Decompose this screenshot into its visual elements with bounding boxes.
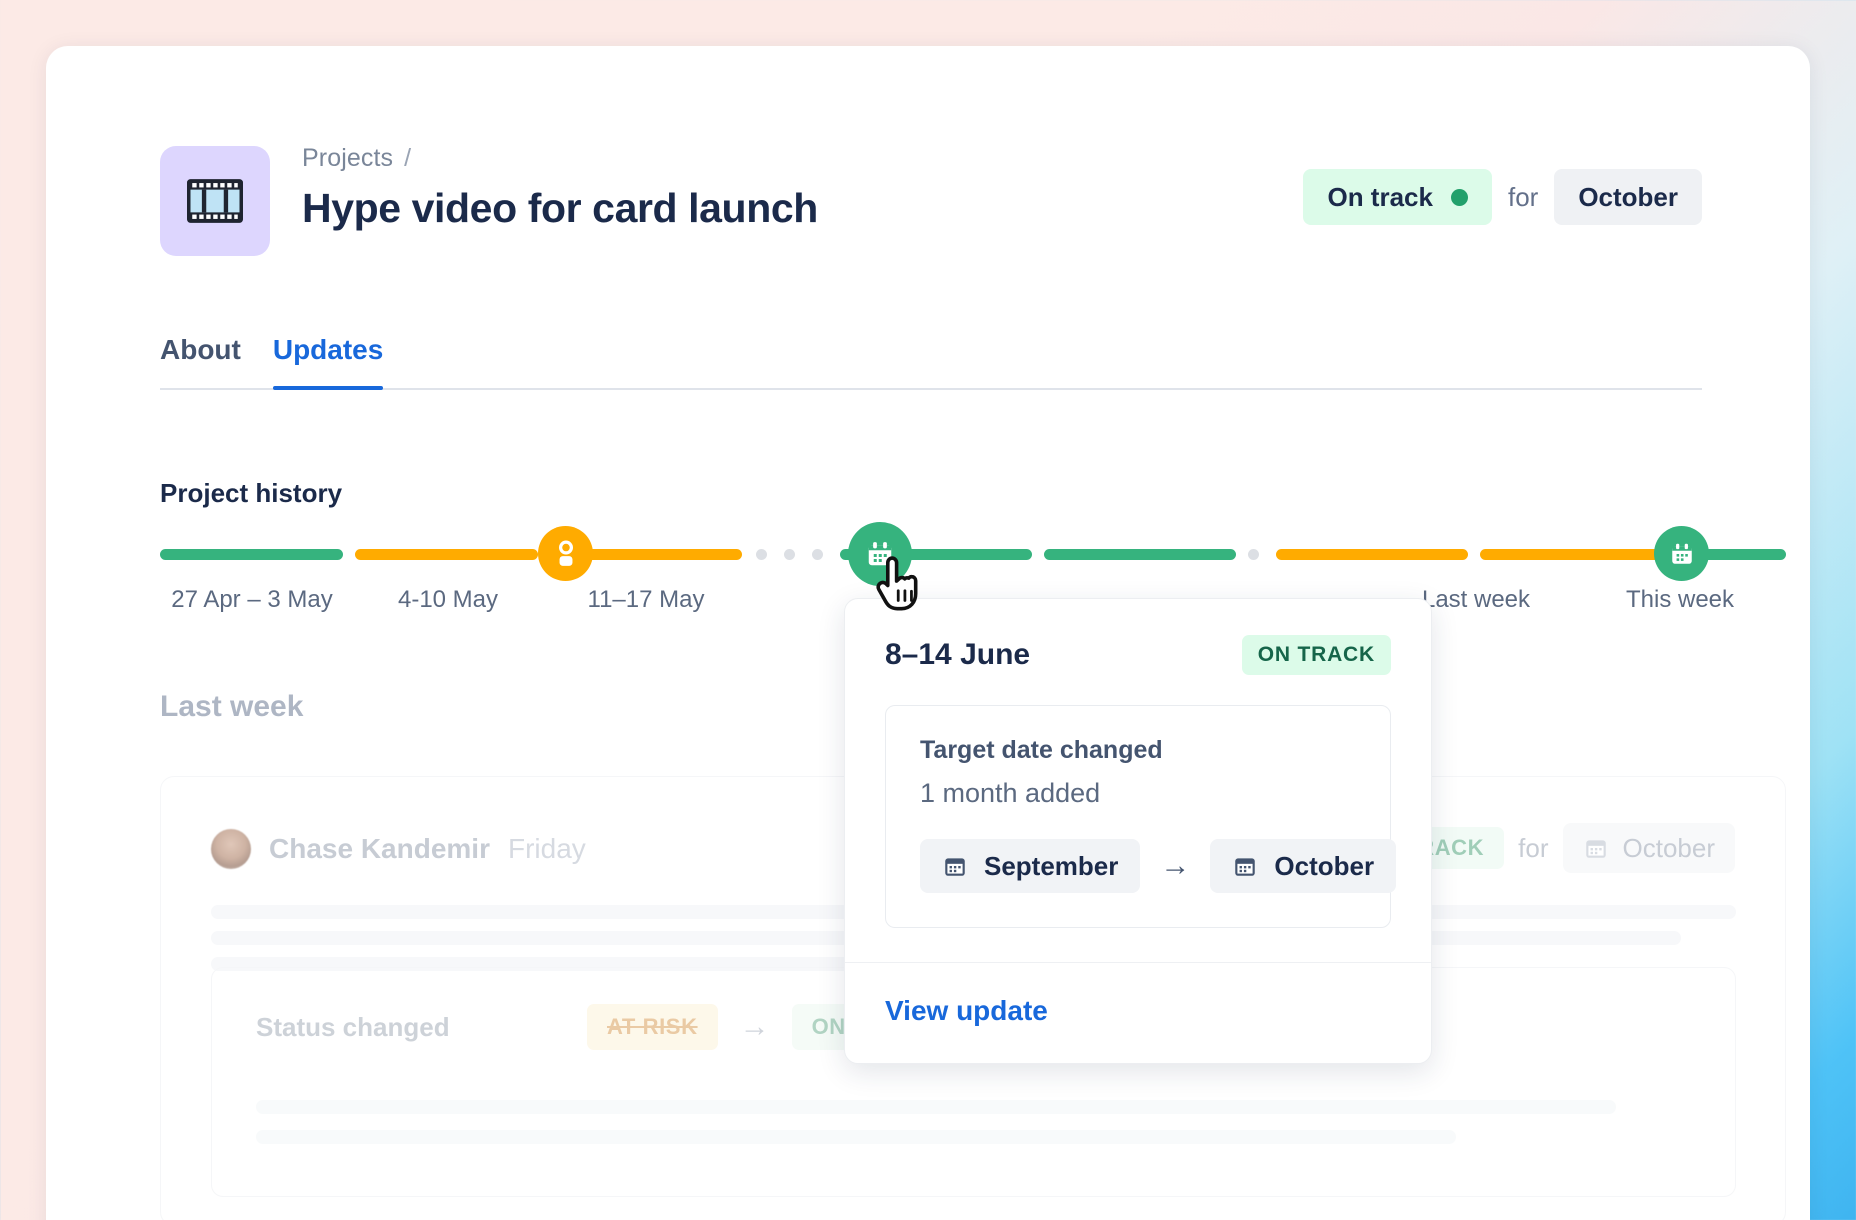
timeline-segment[interactable] xyxy=(355,549,538,560)
calendar-icon xyxy=(1671,543,1692,564)
popover-from-date-chip: September xyxy=(920,839,1141,893)
status-from-badge: AT RISK xyxy=(587,1004,718,1050)
popover-to-date-chip: October xyxy=(1210,839,1397,893)
update-author-name: Chase Kandemir xyxy=(269,833,490,864)
calendar-icon xyxy=(868,542,892,566)
timeline-segment[interactable] xyxy=(1480,549,1672,560)
timeline-gap-dot xyxy=(812,549,823,560)
target-month-badge[interactable]: October xyxy=(1554,169,1702,225)
calendar-icon xyxy=(1235,858,1256,876)
title-block: Projects / Hype video for card launch xyxy=(302,144,818,232)
timeline-gap-dot xyxy=(1248,549,1259,560)
update-author-row: Chase Kandemir Friday xyxy=(211,829,586,869)
project-icon xyxy=(160,146,270,256)
for-label: for xyxy=(1507,181,1539,212)
popover-from-month-label: September xyxy=(984,850,1119,881)
breadcrumb-separator: / xyxy=(404,144,412,172)
status-badge[interactable]: On track xyxy=(1303,169,1492,225)
timeline-segment[interactable] xyxy=(1276,549,1468,560)
placeholder-line xyxy=(256,1100,1616,1114)
timeline-label: 27 Apr – 3 May xyxy=(171,586,333,613)
calendar-icon xyxy=(945,858,965,876)
timeline-label: Last week xyxy=(1421,586,1531,613)
popover-date-range: 8–14 June xyxy=(885,638,1031,671)
popover-footer: View update xyxy=(845,963,1431,1063)
tab-bar: About Updates xyxy=(160,334,1702,390)
arrow-right-icon: → xyxy=(1160,849,1191,882)
project-history-heading: Project history xyxy=(160,478,343,508)
timeline-label: 11–17 May xyxy=(587,586,705,613)
arrow-right-icon: → xyxy=(739,1010,770,1043)
page-title: Hype video for card launch xyxy=(302,185,818,231)
header-status-group: On track for October xyxy=(1303,169,1702,225)
tab-about[interactable]: About xyxy=(160,334,241,388)
breadcrumb: Projects / xyxy=(302,144,818,173)
person-icon xyxy=(558,540,573,566)
timeline-label: This week xyxy=(1625,586,1735,613)
timeline-node-calendar-this-week[interactable] xyxy=(1654,526,1709,581)
update-timestamp: Friday xyxy=(507,833,586,864)
popover-to-month-label: October xyxy=(1274,850,1375,881)
calendar-icon xyxy=(1585,840,1606,858)
page-header: Projects / Hype video for card launch On… xyxy=(160,96,1702,256)
update-target-month-label: October xyxy=(1622,832,1716,863)
update-target-month: October xyxy=(1562,823,1735,873)
section-heading-last-week: Last week xyxy=(160,690,304,723)
avatar xyxy=(211,829,251,869)
status-label: On track xyxy=(1327,181,1433,212)
timeline-gap-dot xyxy=(756,549,767,560)
update-for-label: for xyxy=(1518,832,1549,863)
timeline-segment[interactable] xyxy=(1044,549,1236,560)
popover-date-chips: September → October xyxy=(920,839,1397,893)
popover-change-box: Target date changed 1 month added Septem… xyxy=(885,705,1397,928)
film-strip-icon xyxy=(187,179,243,223)
breadcrumb-projects[interactable]: Projects xyxy=(302,144,393,173)
timeline-node-person[interactable] xyxy=(538,526,593,581)
popover-status-badge: ON TRACK xyxy=(1241,635,1391,675)
target-month-label: October xyxy=(1578,181,1678,212)
placeholder-line xyxy=(256,1130,1456,1144)
popover-header: 8–14 June ON TRACK xyxy=(845,599,1431,675)
tab-updates[interactable]: Updates xyxy=(272,334,384,390)
status-changed-label: Status changed xyxy=(256,1012,450,1042)
timeline-label: 4-10 May xyxy=(397,586,499,613)
timeline-segment[interactable] xyxy=(160,549,343,560)
project-history-timeline[interactable] xyxy=(160,522,1786,586)
timeline-node-calendar-hovered[interactable] xyxy=(848,522,912,586)
popover-change-title: Target date changed xyxy=(920,736,1163,764)
view-update-link[interactable]: View update xyxy=(885,995,1048,1026)
app-window: Projects / Hype video for card launch On… xyxy=(46,46,1810,1220)
popover-change-detail: 1 month added xyxy=(920,778,1101,808)
tab-underline xyxy=(160,388,1702,390)
status-dot-icon xyxy=(1450,188,1468,206)
timeline-gap-dot xyxy=(784,549,795,560)
timeline-popover: 8–14 June ON TRACK Target date changed 1… xyxy=(844,598,1432,1064)
